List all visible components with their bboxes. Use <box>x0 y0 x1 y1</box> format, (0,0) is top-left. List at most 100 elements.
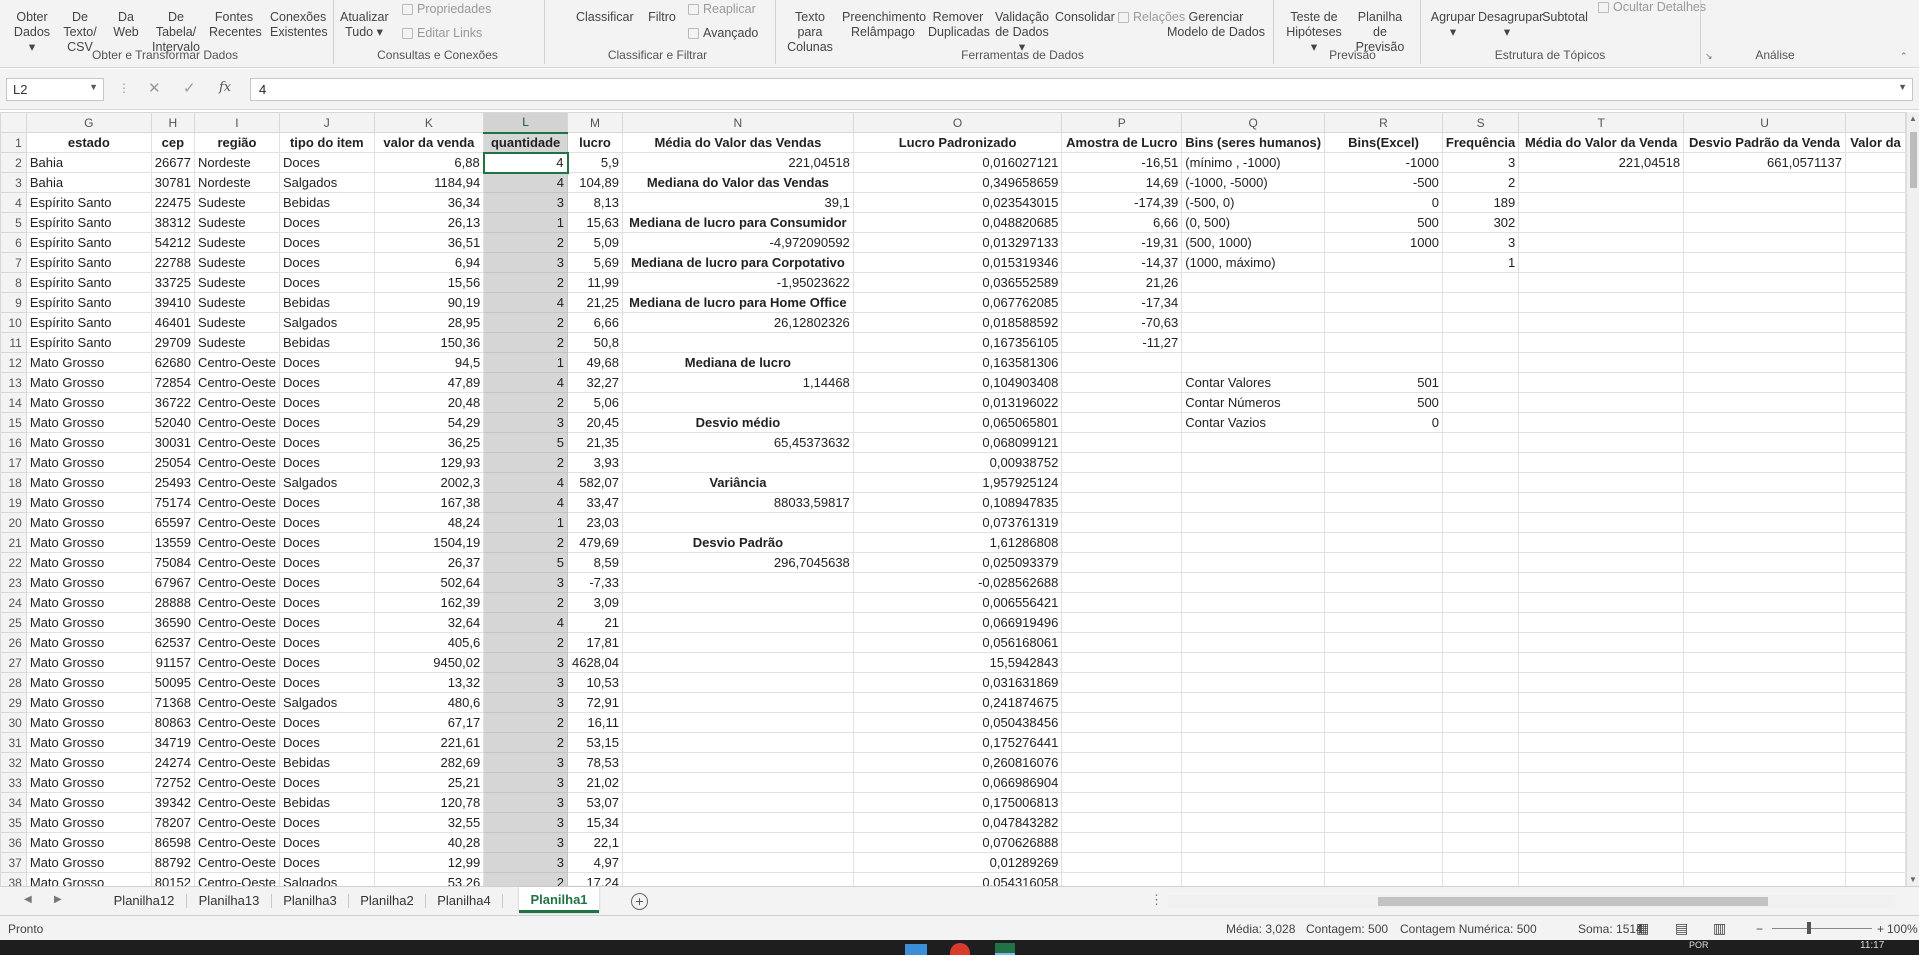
atualizar-tudo-button[interactable]: Atualizar Tudo ▾ <box>340 10 389 40</box>
cell[interactable]: Centro-Oeste <box>193 772 281 793</box>
row-header[interactable]: 12 <box>0 352 27 373</box>
cell[interactable] <box>1181 272 1326 293</box>
column-header-h[interactable]: H <box>150 112 195 133</box>
header-cell[interactable]: Média do Valor das Vendas <box>621 132 854 153</box>
cell[interactable]: 3 <box>1441 232 1520 253</box>
cell[interactable]: 661,0571137 <box>1683 152 1846 173</box>
cell[interactable] <box>1181 532 1326 553</box>
cell[interactable]: 1,61286808 <box>852 532 1063 553</box>
cell[interactable] <box>1181 492 1326 513</box>
cell[interactable]: Centro-Oeste <box>193 612 281 633</box>
cell[interactable]: 3 <box>483 692 569 713</box>
cell[interactable] <box>1518 232 1685 253</box>
header-cell[interactable]: estado <box>25 132 152 153</box>
row-header[interactable]: 21 <box>0 532 27 553</box>
consolidar-button[interactable]: Consolidar <box>1055 10 1115 25</box>
sheet-tab-planilha4[interactable]: Planilha4 <box>432 890 496 912</box>
cell[interactable]: -70,63 <box>1061 312 1183 333</box>
cell[interactable] <box>1844 652 1906 673</box>
cell[interactable]: Contar Valores <box>1181 372 1326 393</box>
cell[interactable] <box>1324 832 1443 853</box>
cell[interactable] <box>1324 772 1443 793</box>
cell[interactable] <box>1683 792 1846 813</box>
cell[interactable] <box>1324 292 1443 313</box>
cell[interactable]: 0,016027121 <box>852 152 1063 173</box>
cell[interactable] <box>1518 832 1685 853</box>
cell[interactable]: 0,067762085 <box>852 292 1063 313</box>
cell[interactable]: 25,21 <box>373 772 485 793</box>
cell[interactable]: Nordeste <box>193 152 281 173</box>
cell[interactable] <box>621 812 854 833</box>
cell[interactable]: Bebidas <box>279 192 375 213</box>
cell[interactable]: 14,69 <box>1061 172 1183 193</box>
cell[interactable]: -19,31 <box>1061 232 1183 253</box>
cell[interactable]: 91157 <box>150 652 195 673</box>
cell[interactable] <box>1324 812 1443 833</box>
cell[interactable]: 3 <box>1441 152 1520 173</box>
cell[interactable]: 78207 <box>150 812 195 833</box>
cell[interactable] <box>1844 732 1906 753</box>
cell[interactable]: 86598 <box>150 832 195 853</box>
cell[interactable]: Bebidas <box>279 792 375 813</box>
cell[interactable]: Salgados <box>279 872 375 886</box>
cell[interactable] <box>1181 292 1326 313</box>
texto-para-colunas-button[interactable]: Texto para Colunas <box>782 10 838 55</box>
cell[interactable] <box>1061 792 1183 813</box>
row-header[interactable]: 16 <box>0 432 27 453</box>
row-header[interactable]: 19 <box>0 492 27 513</box>
cell[interactable] <box>1181 692 1326 713</box>
cell[interactable]: 2 <box>483 532 569 553</box>
cell[interactable] <box>1324 312 1443 333</box>
zoom-slider-handle[interactable] <box>1807 922 1811 934</box>
header-cell[interactable]: Valor da <box>1844 132 1906 153</box>
cell[interactable]: 25493 <box>150 472 195 493</box>
row-header[interactable]: 25 <box>0 612 27 633</box>
cell[interactable] <box>1683 472 1846 493</box>
cell[interactable]: 480,6 <box>373 692 485 713</box>
cell[interactable]: 39342 <box>150 792 195 813</box>
cell[interactable] <box>1441 852 1520 873</box>
cell[interactable] <box>1683 492 1846 513</box>
cell[interactable]: Mato Grosso <box>25 712 152 733</box>
cell[interactable]: Centro-Oeste <box>193 752 281 773</box>
cell[interactable]: Nordeste <box>193 172 281 193</box>
cell[interactable] <box>1844 512 1906 533</box>
cell[interactable]: (500, 1000) <box>1181 232 1326 253</box>
cell[interactable] <box>1683 412 1846 433</box>
cell[interactable]: 1 <box>483 212 569 233</box>
cell[interactable]: 30031 <box>150 432 195 453</box>
cell[interactable]: 0 <box>1324 412 1443 433</box>
cell[interactable] <box>1844 792 1906 813</box>
cell[interactable]: 72,91 <box>567 692 623 713</box>
cell[interactable]: Mediana do Valor das Vendas <box>621 172 854 193</box>
row-header[interactable]: 2 <box>0 152 27 173</box>
cell[interactable]: Doces <box>279 612 375 633</box>
cell[interactable] <box>1844 292 1906 313</box>
vertical-scroll-thumb[interactable] <box>1910 132 1917 188</box>
cell[interactable]: Centro-Oeste <box>193 832 281 853</box>
cell[interactable]: Mato Grosso <box>25 592 152 613</box>
cell[interactable] <box>1844 392 1906 413</box>
cell[interactable] <box>1061 692 1183 713</box>
cell[interactable]: 0,015319346 <box>852 252 1063 273</box>
cell[interactable]: Mato Grosso <box>25 372 152 393</box>
cell[interactable] <box>1844 612 1906 633</box>
header-cell[interactable]: valor da venda <box>373 132 485 153</box>
cell[interactable]: 3 <box>483 812 569 833</box>
cell[interactable] <box>621 672 854 693</box>
group-launcher-icon[interactable]: ↘ <box>1705 51 1713 62</box>
cell[interactable] <box>1441 372 1520 393</box>
cell[interactable]: 2 <box>483 392 569 413</box>
cell[interactable] <box>1683 212 1846 233</box>
row-header[interactable]: 28 <box>0 672 27 693</box>
cell[interactable]: 13,32 <box>373 672 485 693</box>
cell[interactable] <box>1518 772 1685 793</box>
cell[interactable]: (0, 500) <box>1181 212 1326 233</box>
cell[interactable] <box>1683 352 1846 373</box>
cell[interactable]: Bebidas <box>279 292 375 313</box>
cell[interactable]: 67967 <box>150 572 195 593</box>
select-all-corner[interactable] <box>0 112 27 133</box>
cell[interactable]: 8,13 <box>567 192 623 213</box>
cell[interactable]: Doces <box>279 412 375 433</box>
header-cell[interactable]: Média do Valor da Venda <box>1518 132 1685 153</box>
